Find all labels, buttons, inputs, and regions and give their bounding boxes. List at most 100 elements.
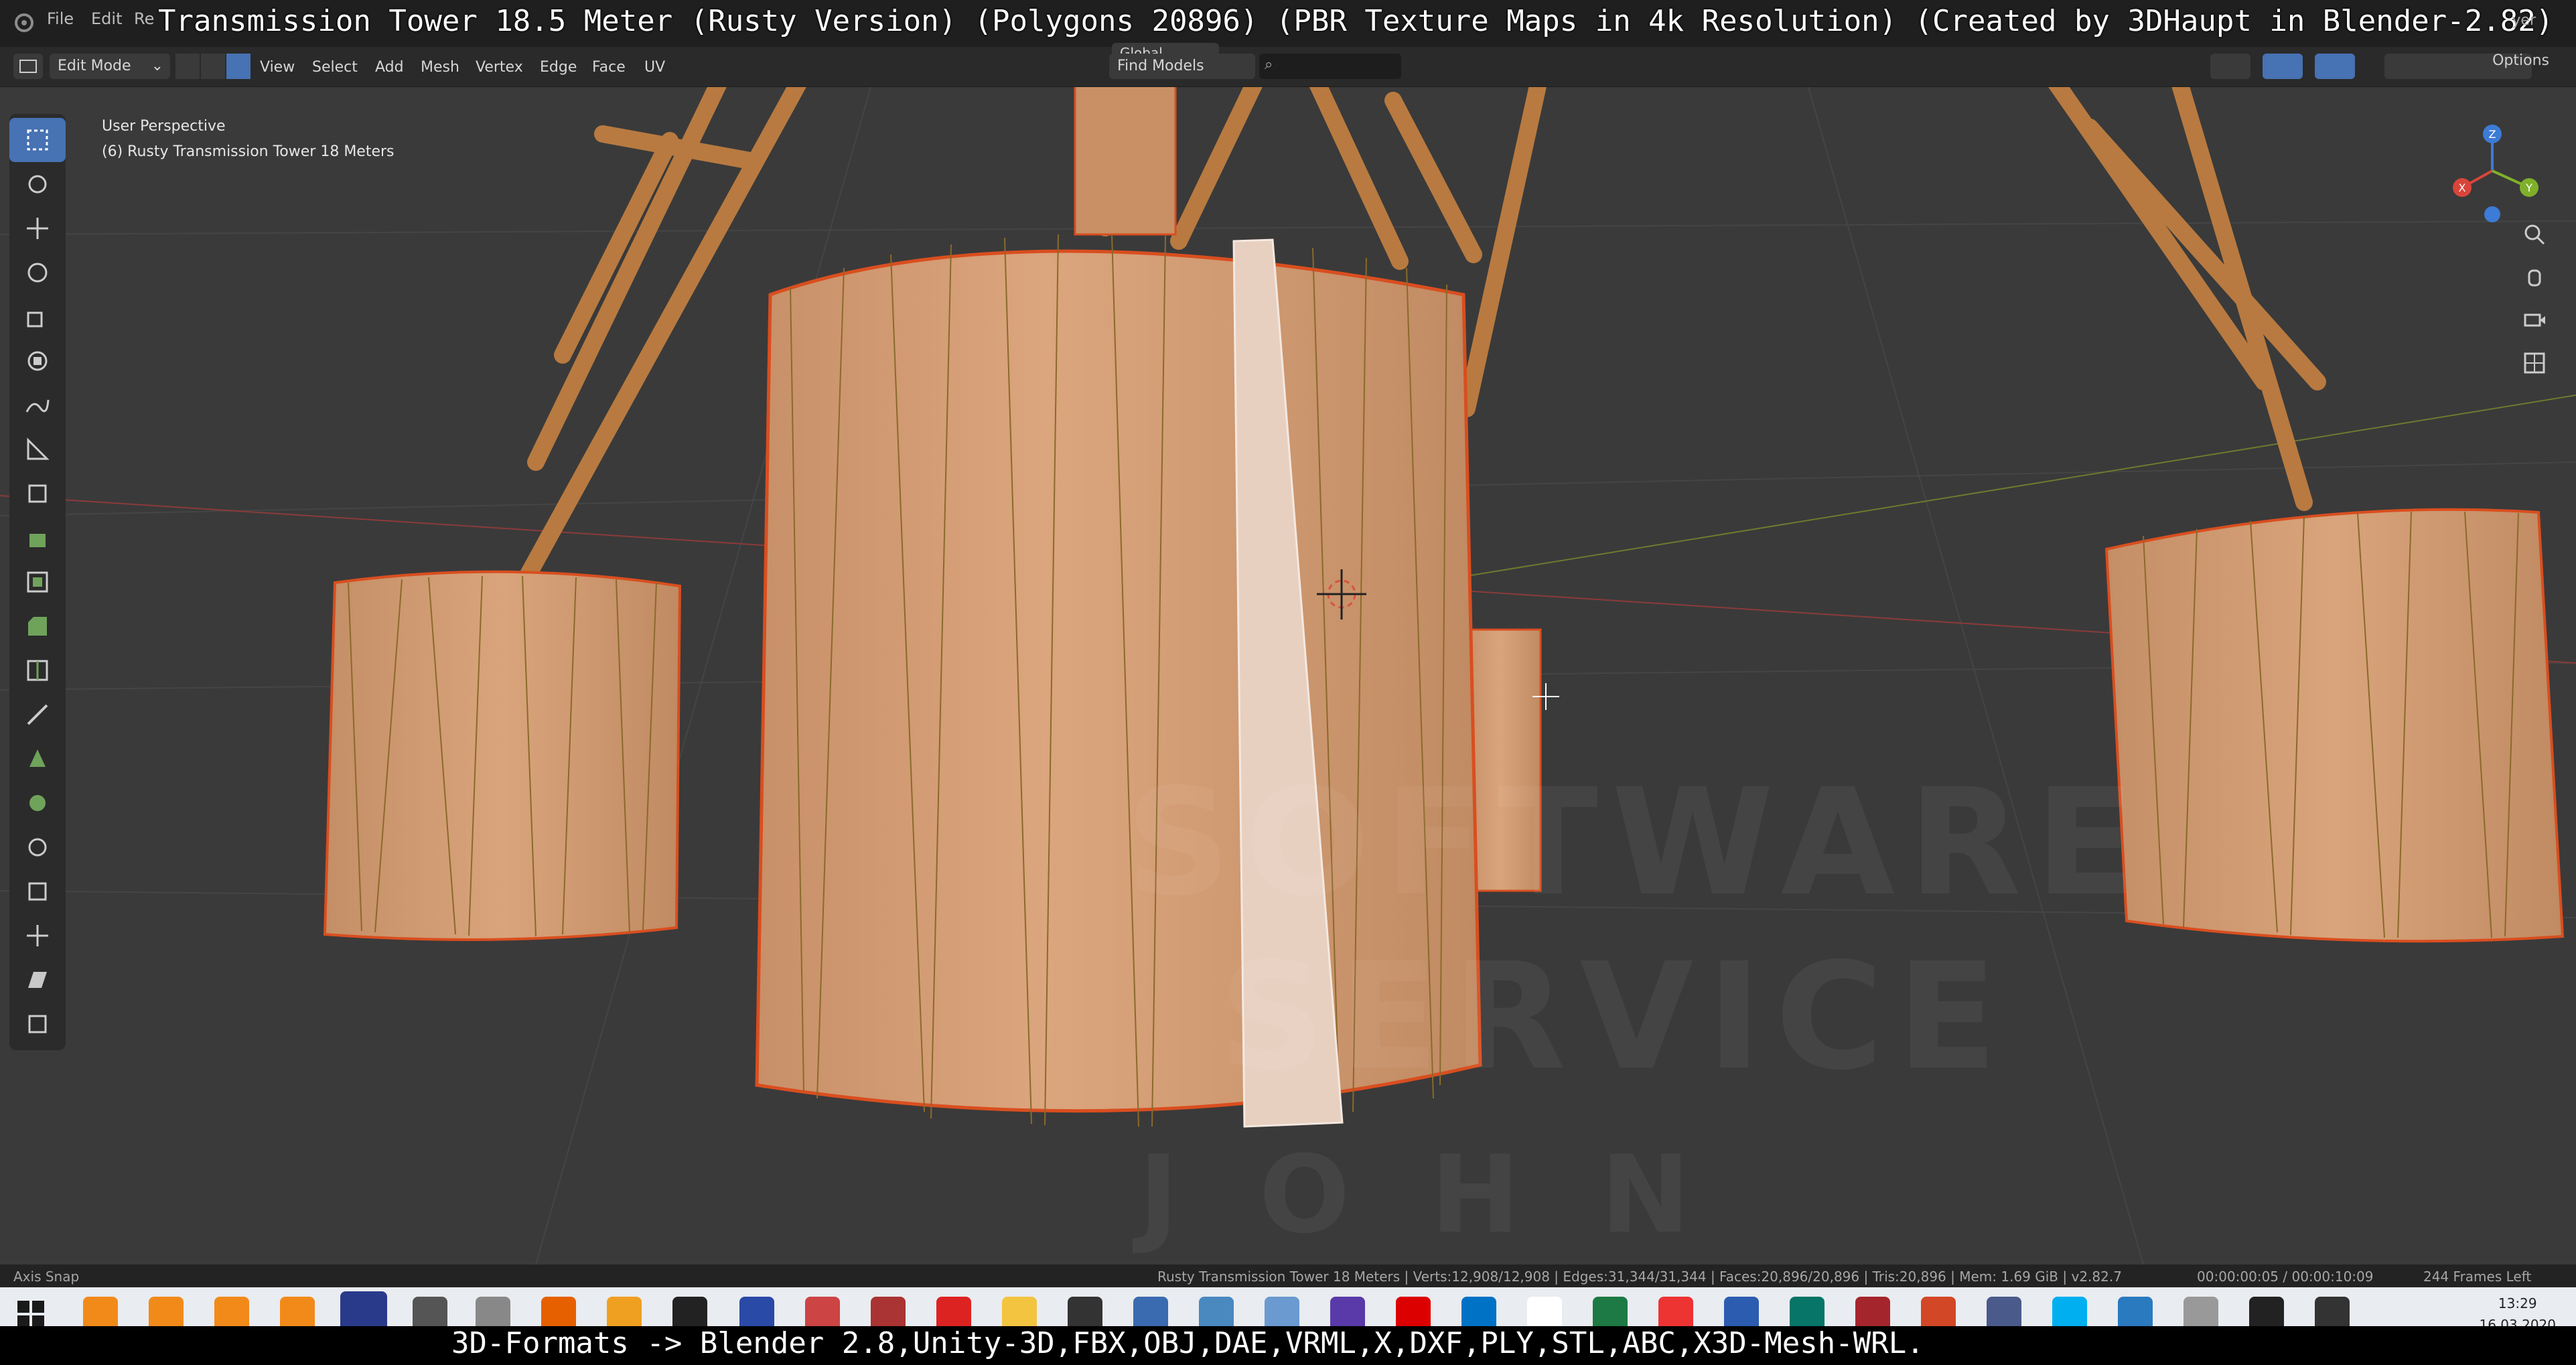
find-models-label: Find Models [1117, 58, 1204, 74]
add-cube-icon [28, 484, 47, 503]
visibility-toggle-button[interactable] [2210, 54, 2250, 79]
extrude-icon [29, 534, 46, 547]
rotate-icon [27, 263, 48, 283]
format-caption-text: 3D-Formats -> Blender 2.8,Unity-3D,FBX,O… [451, 1326, 1924, 1360]
3d-viewport[interactable]: SOFTWARE SERVICE JOHN User Perspective (… [0, 87, 2576, 1265]
search-icon: ⌕ [1265, 56, 1273, 73]
select-box-icon [27, 129, 48, 151]
rip-region-icon [28, 1015, 47, 1033]
loop-cut-icon [27, 660, 48, 681]
tool-select-box[interactable] [9, 118, 66, 162]
editor-type-icon [19, 60, 37, 73]
status-hint: Axis Snap [13, 1269, 80, 1285]
left-insulator-cylinder [323, 570, 682, 941]
recording-timecode: 00:00:00:05 / 00:00:10:09 [2197, 1269, 2374, 1285]
watermark-line-2: SERVICE [1219, 931, 2011, 1102]
menu-vertex[interactable]: Vertex [476, 59, 523, 76]
vertex-select-mode-button[interactable] [175, 54, 200, 79]
tool-rotate[interactable] [9, 250, 66, 295]
tool-cursor[interactable] [9, 162, 66, 206]
tool-edge-slide[interactable] [9, 869, 66, 914]
find-models-search-input[interactable]: ⌕ [1259, 54, 1401, 79]
chevron-down-icon: ⌄ [151, 58, 163, 74]
zoom-view-button[interactable] [2514, 214, 2555, 255]
tool-extrude[interactable] [9, 516, 66, 560]
gizmo-toggle-button[interactable] [2263, 54, 2303, 79]
tool-add-cube[interactable] [9, 472, 66, 516]
format-caption-overlay: 3D-Formats -> Blender 2.8,Unity-3D,FBX,O… [0, 1326, 2576, 1365]
tool-transform[interactable] [9, 339, 66, 383]
tool-poly-build[interactable] [9, 737, 66, 781]
scene-statistics: Rusty Transmission Tower 18 Meters | Ver… [1157, 1269, 2122, 1285]
menu-view[interactable]: View [260, 59, 295, 76]
navigation-gizmo[interactable]: Z X Y [2435, 114, 2549, 228]
find-models-dropdown[interactable]: Find Models [1109, 54, 1255, 79]
ortho-view-button[interactable] [2514, 343, 2555, 383]
menu-render[interactable]: Re [134, 9, 154, 28]
mode-dropdown[interactable]: Edit Mode ⌄ [50, 54, 170, 79]
edge-slide-icon [28, 882, 47, 901]
annotate-icon [25, 399, 50, 413]
viewport-header: Edit Mode ⌄ View Select Add Mesh Vertex … [0, 43, 2576, 87]
camera-icon [2524, 313, 2545, 327]
editor-type-button[interactable] [13, 54, 43, 79]
mode-label: Edit Mode [58, 58, 131, 74]
overlay-toggle-button[interactable] [2315, 54, 2355, 79]
menu-face[interactable]: Face [592, 59, 626, 76]
gizmo-axis-x-label: X [2459, 182, 2466, 194]
knife-icon [27, 704, 48, 725]
watermark-line-1: SOFTWARE [1125, 757, 2149, 928]
move-icon [27, 218, 48, 239]
tool-move[interactable] [9, 206, 66, 250]
menu-mesh[interactable]: Mesh [421, 59, 459, 76]
menu-add[interactable]: Add [375, 59, 404, 76]
view-perspective-label: User Perspective [102, 118, 226, 135]
tool-rip-region[interactable] [9, 1002, 66, 1046]
camera-view-button[interactable] [2514, 300, 2555, 340]
active-object-label: (6) Rusty Transmission Tower 18 Meters [102, 143, 395, 160]
edge-select-mode-button[interactable] [201, 54, 225, 79]
gizmo-axis-z-label: Z [2489, 128, 2496, 141]
menu-edge[interactable]: Edge [540, 59, 577, 76]
poly-build-icon [29, 749, 46, 767]
options-dropdown[interactable]: Options [2492, 52, 2549, 69]
layer-label: yer [2512, 12, 2536, 29]
menu-uv[interactable]: UV [644, 59, 665, 76]
tool-annotate[interactable] [9, 383, 66, 427]
menu-select[interactable]: Select [312, 59, 358, 76]
frames-left: 244 Frames Left [2423, 1269, 2532, 1285]
inset-icon [27, 571, 48, 593]
tool-knife[interactable] [9, 693, 66, 737]
menu-edit[interactable]: Edit [91, 9, 122, 28]
menu-file[interactable]: File [47, 9, 74, 28]
tool-loop-cut[interactable] [9, 648, 66, 693]
grid-icon [2524, 352, 2545, 374]
tool-shear[interactable] [9, 958, 66, 1002]
zoom-icon [2524, 224, 2545, 245]
tool-bevel[interactable] [9, 604, 66, 648]
tool-spin[interactable] [9, 781, 66, 825]
blender-logo-icon[interactable] [9, 9, 36, 36]
scale-icon [27, 311, 43, 328]
tool-measure[interactable] [9, 427, 66, 472]
central-column [1074, 87, 1177, 236]
watermark-line-3: JOHN [1139, 1132, 1771, 1257]
pan-view-button[interactable] [2514, 257, 2555, 297]
face-select-mode-button[interactable] [226, 54, 251, 79]
tool-shelf [9, 114, 66, 1050]
tool-scale[interactable] [9, 295, 66, 339]
cursor-icon [28, 175, 47, 194]
tool-shrink-fatten[interactable] [9, 914, 66, 958]
gizmo-axis-y-label: Y [2525, 182, 2532, 194]
smooth-icon [28, 838, 47, 857]
tool-inset[interactable] [9, 560, 66, 604]
tool-smooth[interactable] [9, 825, 66, 869]
hand-icon [2528, 269, 2541, 287]
video-title-overlay: Transmission Tower 18.5 Meter (Rusty Ver… [158, 4, 2554, 38]
viewport-info: User Perspective (6) Rusty Transmission … [102, 114, 395, 165]
bevel-icon [28, 617, 47, 636]
top-menu-bar: File Edit Re Transmission Tower 18.5 Met… [0, 0, 2576, 47]
right-insulator-cylinder [2104, 508, 2565, 943]
measure-icon [27, 437, 50, 460]
transform-icon [27, 351, 48, 371]
